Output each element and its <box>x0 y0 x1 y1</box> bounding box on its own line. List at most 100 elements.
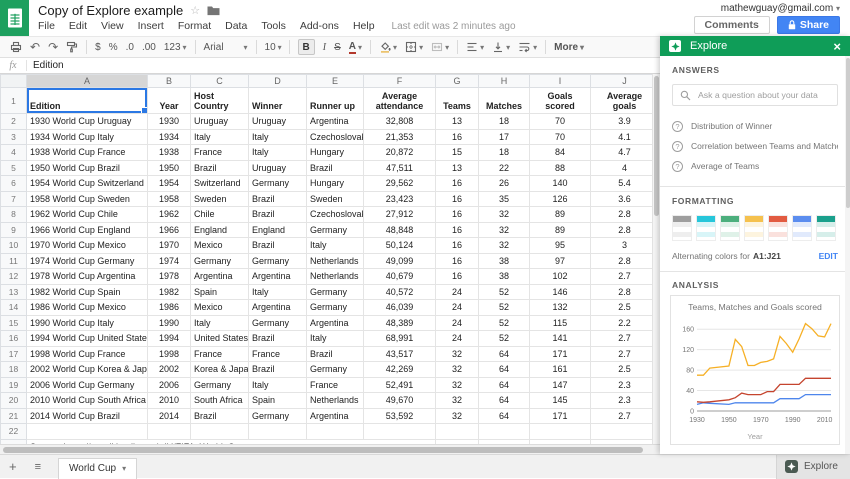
bold-button[interactable]: B <box>297 39 315 55</box>
cell-B8[interactable]: 1962 <box>147 206 191 223</box>
cell-J4[interactable]: 4.7 <box>590 144 652 161</box>
cell-G1[interactable]: Teams <box>435 87 479 114</box>
cell-F1[interactable]: Average attendance <box>363 87 436 114</box>
color-scheme-swatch[interactable] <box>744 215 764 241</box>
cell-H3[interactable]: 17 <box>478 128 530 145</box>
cell-F5[interactable]: 47,511 <box>363 159 436 176</box>
cell-D14[interactable]: Argentina <box>248 299 307 316</box>
cell-I6[interactable]: 140 <box>529 175 591 192</box>
cell-C22[interactable] <box>190 423 249 440</box>
cell-A2[interactable]: 1930 World Cup Uruguay <box>26 113 148 130</box>
cell-A16[interactable]: 1994 World Cup United States <box>26 330 148 347</box>
account-menu[interactable]: mathewguay@gmail.com ▾ <box>721 3 840 14</box>
cell-J1[interactable]: Average goals <box>590 87 652 114</box>
column-header-C[interactable]: C <box>190 74 249 88</box>
cell-A19[interactable]: 2006 World Cup Germany <box>26 376 148 393</box>
cell-C1[interactable]: Host Country <box>190 87 249 114</box>
cell-I18[interactable]: 161 <box>529 361 591 378</box>
cell-I12[interactable]: 102 <box>529 268 591 285</box>
cell-H19[interactable]: 64 <box>478 376 530 393</box>
italic-button[interactable]: I <box>319 38 330 56</box>
cell-J11[interactable]: 2.8 <box>590 252 652 269</box>
cell-J5[interactable]: 4 <box>590 159 652 176</box>
cell-D19[interactable]: Italy <box>248 376 307 393</box>
cell-D15[interactable]: Germany <box>248 314 307 331</box>
vertical-scrollbar-thumb[interactable] <box>654 76 659 216</box>
cell-I5[interactable]: 88 <box>529 159 591 176</box>
cell-G3[interactable]: 16 <box>435 128 479 145</box>
cell-G17[interactable]: 32 <box>435 345 479 362</box>
row-header-4[interactable]: 4 <box>0 144 27 161</box>
increase-decimal-button[interactable]: .00 <box>138 38 160 56</box>
cell-G7[interactable]: 16 <box>435 190 479 207</box>
cell-B1[interactable]: Year <box>147 87 191 114</box>
cell-H13[interactable]: 52 <box>478 283 530 300</box>
answer-suggestion[interactable]: ? Distribution of Winner <box>672 116 838 136</box>
cell-G15[interactable]: 24 <box>435 314 479 331</box>
cell-B11[interactable]: 1974 <box>147 252 191 269</box>
panel-scrollbar[interactable] <box>845 56 850 454</box>
color-scheme-swatch[interactable] <box>816 215 836 241</box>
row-header-20[interactable]: 20 <box>0 392 27 409</box>
row-header-6[interactable]: 6 <box>0 175 27 192</box>
merge-cells-button[interactable]: ▾ <box>427 38 453 56</box>
cell-G4[interactable]: 15 <box>435 144 479 161</box>
menu-file[interactable]: File <box>38 19 62 33</box>
folder-icon[interactable] <box>207 5 220 16</box>
cell-E21[interactable]: Argentina <box>306 407 364 424</box>
text-wrap-button[interactable]: ▾ <box>514 38 541 56</box>
edit-link[interactable]: EDIT <box>819 251 838 261</box>
cell-J10[interactable]: 3 <box>590 237 652 254</box>
cell-D5[interactable]: Uruguay <box>248 159 307 176</box>
column-header-E[interactable]: E <box>306 74 364 88</box>
cell-B3[interactable]: 1934 <box>147 128 191 145</box>
cell-G9[interactable]: 16 <box>435 221 479 238</box>
cell-C12[interactable]: Argentina <box>190 268 249 285</box>
cell-F21[interactable]: 53,592 <box>363 407 436 424</box>
column-header-D[interactable]: D <box>248 74 307 88</box>
format-percent-button[interactable]: % <box>105 38 122 56</box>
cell-J17[interactable]: 2.7 <box>590 345 652 362</box>
cell-H12[interactable]: 38 <box>478 268 530 285</box>
cell-G22[interactable] <box>435 423 479 440</box>
row-header-19[interactable]: 19 <box>0 376 27 393</box>
cell-J16[interactable]: 2.7 <box>590 330 652 347</box>
cell-H4[interactable]: 18 <box>478 144 530 161</box>
cell-B2[interactable]: 1930 <box>147 113 191 130</box>
cell-B22[interactable] <box>147 423 191 440</box>
answer-suggestion[interactable]: ? Average of Teams <box>672 156 838 176</box>
cell-F19[interactable]: 52,491 <box>363 376 436 393</box>
more-button[interactable]: More ▾ <box>550 38 588 56</box>
cell-C19[interactable]: Germany <box>190 376 249 393</box>
format-currency-button[interactable]: $ <box>91 38 105 56</box>
cell-G19[interactable]: 32 <box>435 376 479 393</box>
row-header-2[interactable]: 2 <box>0 113 27 130</box>
cell-H5[interactable]: 22 <box>478 159 530 176</box>
cell-E15[interactable]: Argentina <box>306 314 364 331</box>
row-header-22[interactable]: 22 <box>0 423 27 440</box>
cell-E20[interactable]: Netherlands <box>306 392 364 409</box>
cell-J6[interactable]: 5.4 <box>590 175 652 192</box>
cell-I10[interactable]: 95 <box>529 237 591 254</box>
font-family-select[interactable]: Arial ▾ <box>200 38 252 56</box>
cell-A10[interactable]: 1970 World Cup Mexico <box>26 237 148 254</box>
cell-H10[interactable]: 32 <box>478 237 530 254</box>
cell-A6[interactable]: 1954 World Cup Switzerland <box>26 175 148 192</box>
cell-J19[interactable]: 2.3 <box>590 376 652 393</box>
cell-C20[interactable]: South Africa <box>190 392 249 409</box>
formula-input[interactable]: Edition <box>27 60 64 71</box>
cell-G20[interactable]: 32 <box>435 392 479 409</box>
cell-C8[interactable]: Chile <box>190 206 249 223</box>
cell-H15[interactable]: 52 <box>478 314 530 331</box>
cell-F17[interactable]: 43,517 <box>363 345 436 362</box>
row-header-5[interactable]: 5 <box>0 159 27 176</box>
cell-B19[interactable]: 2006 <box>147 376 191 393</box>
cell-F13[interactable]: 40,572 <box>363 283 436 300</box>
selected-cell-A1[interactable]: Edition <box>26 87 148 114</box>
row-header-18[interactable]: 18 <box>0 361 27 378</box>
cell-D7[interactable]: Brazil <box>248 190 307 207</box>
cell-E1[interactable]: Runner up <box>306 87 364 114</box>
color-scheme-swatch[interactable] <box>720 215 740 241</box>
cell-C13[interactable]: Spain <box>190 283 249 300</box>
cell-E11[interactable]: Netherlands <box>306 252 364 269</box>
